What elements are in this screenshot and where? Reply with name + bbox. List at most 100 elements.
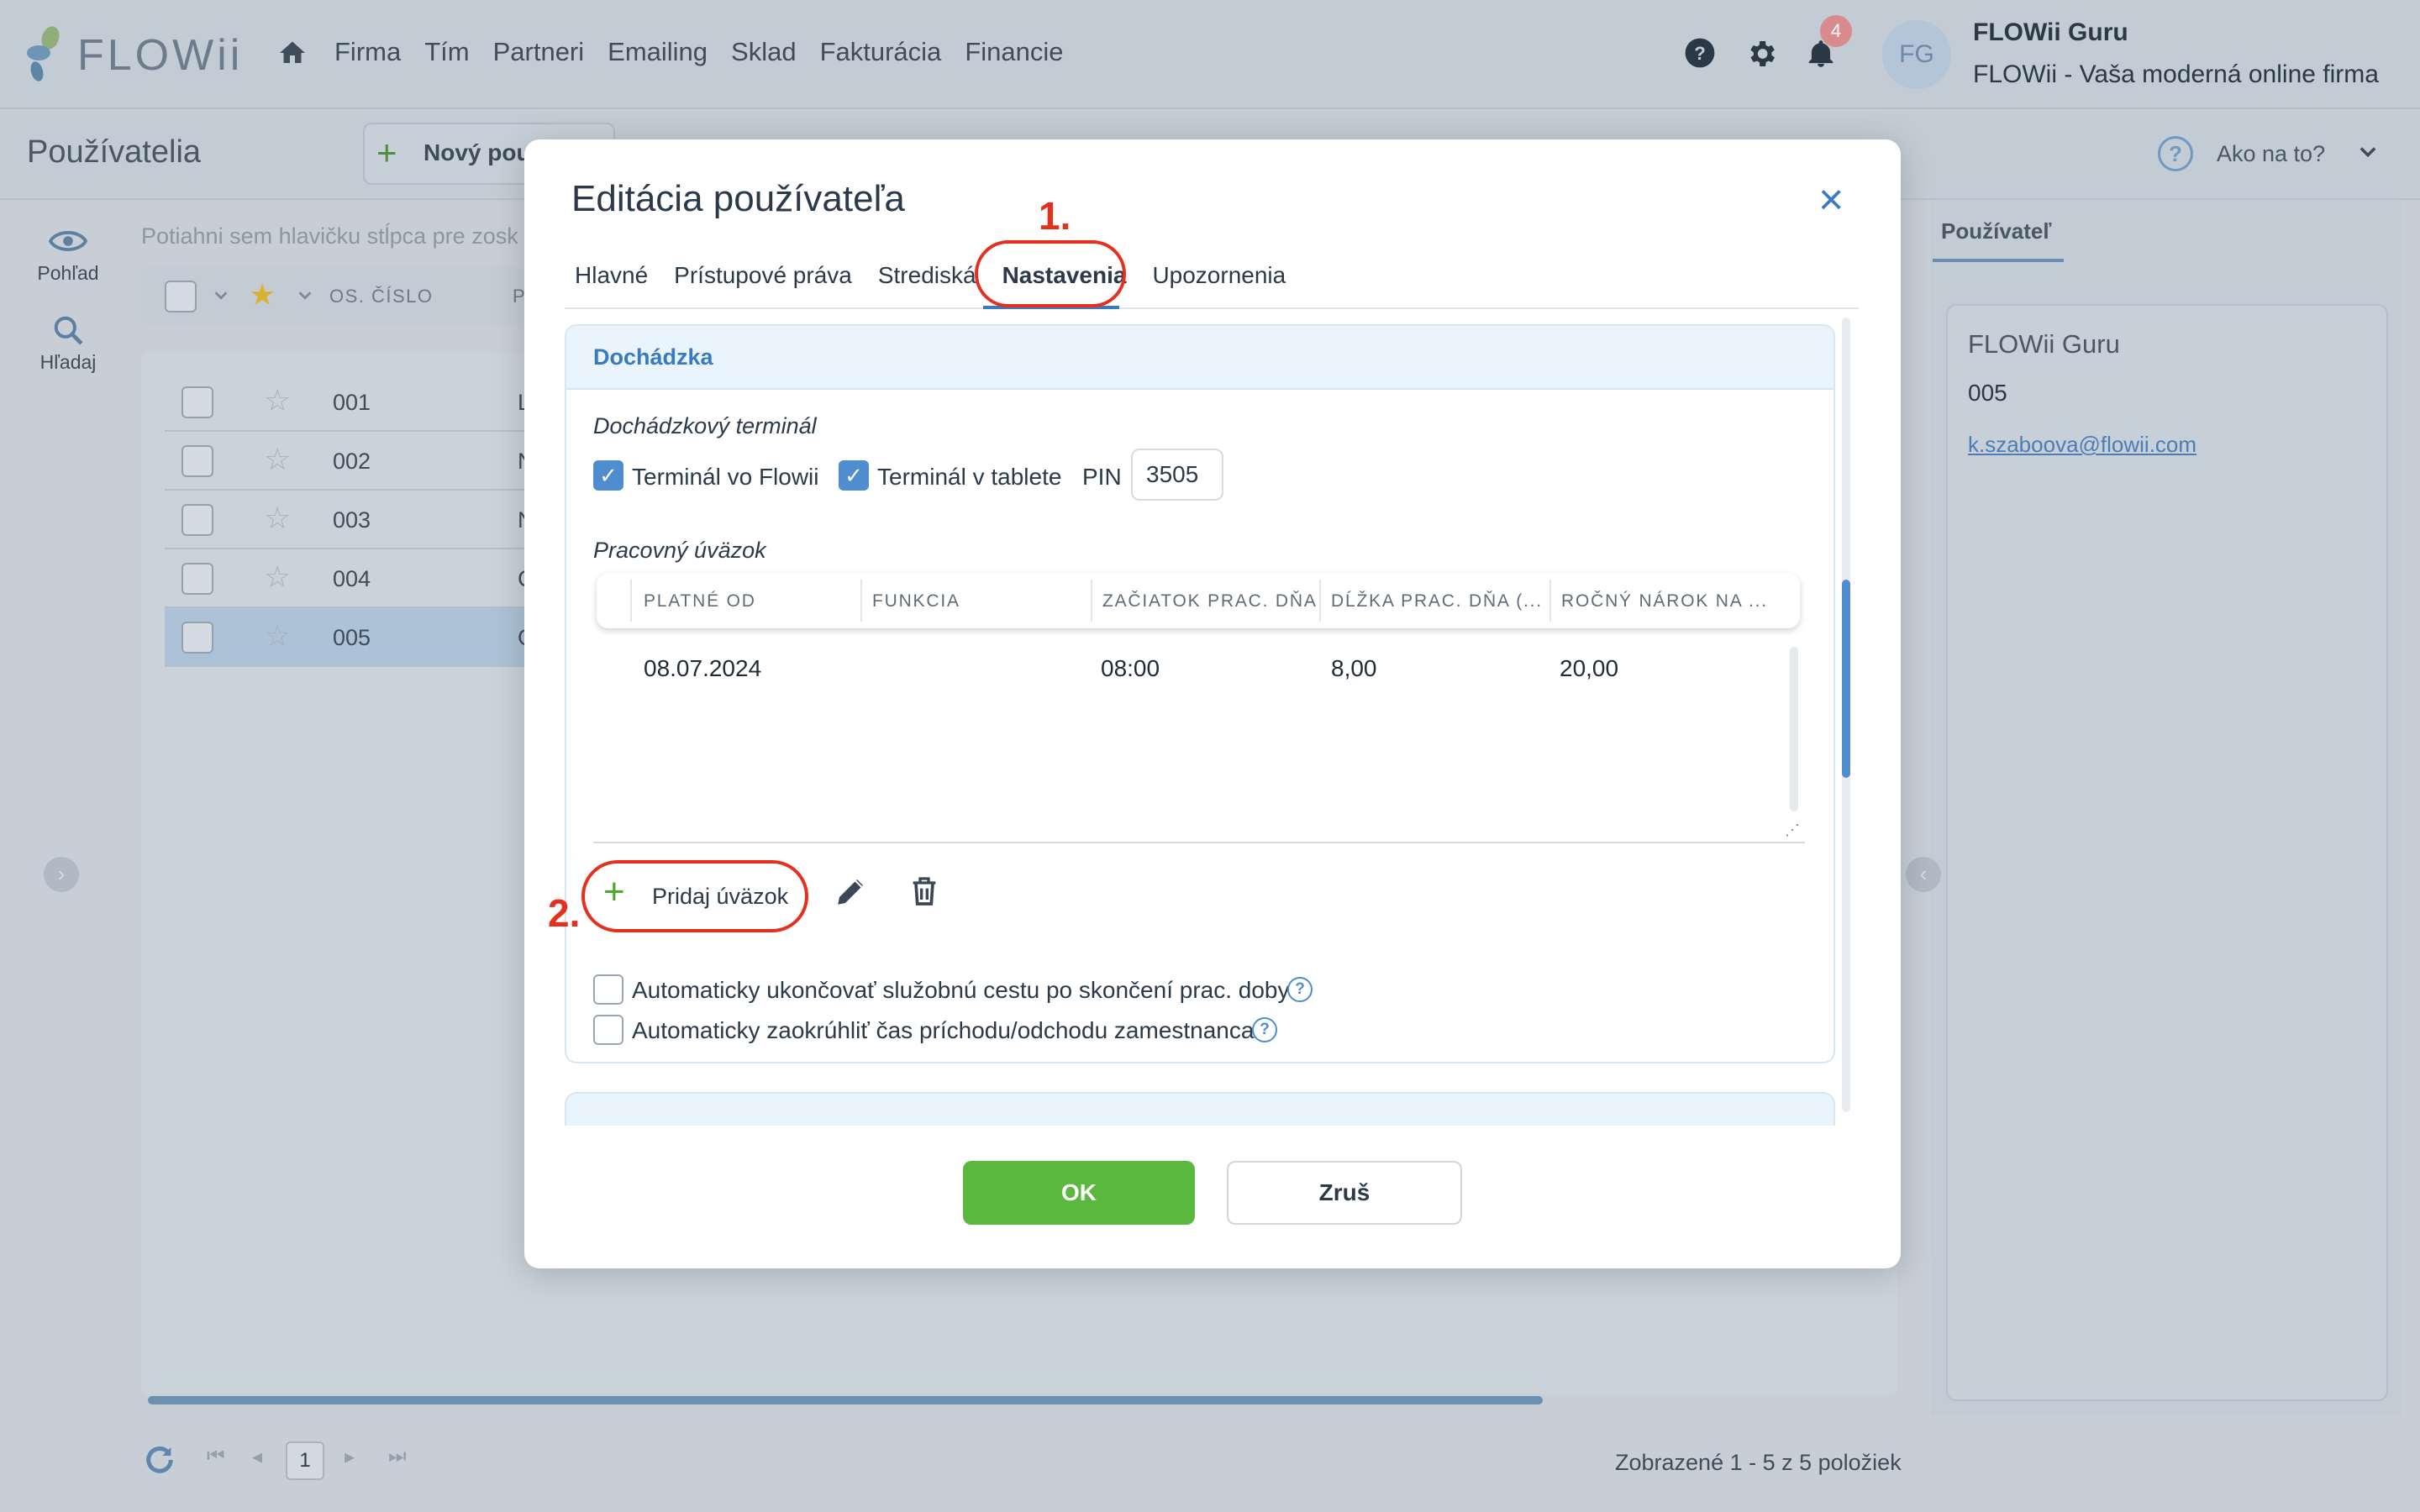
chevron-down-icon[interactable] — [2356, 139, 2380, 167]
chevron-down-icon[interactable] — [212, 286, 230, 308]
how-to-link[interactable]: Ako na to? — [2217, 141, 2325, 167]
column-header-number[interactable]: OS. ČÍSLO — [329, 286, 434, 307]
prev-page-icon[interactable]: ◂ — [252, 1445, 262, 1469]
favorite-filter-icon[interactable]: ★ — [249, 277, 276, 312]
cell-start[interactable]: 08:00 — [1101, 655, 1160, 682]
tab-user[interactable]: Používateľ — [1941, 218, 2051, 244]
auto-end-trip-checkbox[interactable] — [593, 974, 623, 1005]
table-row[interactable]: ☆ 004 C — [165, 549, 534, 608]
first-page-icon[interactable]: ⏮ — [207, 1445, 225, 1468]
dialog-scrollbar-thumb[interactable] — [1842, 580, 1850, 778]
gear-icon[interactable] — [1744, 37, 1778, 75]
table-row[interactable]: ☆ 001 L — [165, 373, 534, 432]
pin-label: PIN — [1082, 464, 1122, 490]
cell-annual[interactable]: 20,00 — [1560, 655, 1618, 682]
table-row-selected[interactable]: ☆ 005 G — [165, 608, 535, 667]
how-to-help-icon[interactable]: ? — [2158, 136, 2193, 171]
user-card-email[interactable]: k.szaboova@flowii.com — [1968, 432, 2196, 458]
table-row[interactable]: ☆ 003 N — [165, 491, 534, 549]
star-icon[interactable]: ☆ — [264, 442, 291, 477]
column-header-annual[interactable]: ROČNÝ NÁROK NA ... — [1561, 591, 1768, 612]
terminal-label: Dochádzkový terminál — [593, 413, 817, 438]
cell-length[interactable]: 8,00 — [1331, 655, 1377, 682]
pin-input[interactable]: 3505 — [1131, 449, 1223, 501]
help-icon[interactable]: ? — [1684, 37, 1716, 73]
pencil-icon[interactable] — [834, 874, 869, 913]
table-row[interactable]: ☆ 002 N — [165, 432, 534, 491]
nav-emailing[interactable]: Emailing — [608, 37, 708, 67]
column-header-function[interactable]: FUNKCIA — [872, 591, 960, 612]
tabs-divider — [565, 307, 1859, 309]
row-checkbox[interactable] — [182, 563, 213, 595]
tab-access-rights[interactable]: Prístupové práva — [674, 262, 852, 289]
svg-text:?: ? — [1694, 43, 1706, 64]
chevron-down-icon[interactable] — [296, 286, 314, 308]
rail-view-label[interactable]: Pohľad — [30, 262, 106, 285]
help-icon[interactable]: ? — [1287, 977, 1313, 1002]
flowii-logo[interactable]: FLOWii — [25, 24, 243, 87]
column-separator — [860, 580, 862, 622]
home-icon[interactable] — [277, 38, 308, 72]
tab-centers[interactable]: Strediská — [878, 262, 976, 289]
auto-end-trip-label: Automaticky ukončovať služobnú cestu po … — [632, 977, 1290, 1003]
auto-round-label: Automaticky zaokrúhliť čas príchodu/odch… — [632, 1017, 1255, 1043]
row-checkbox[interactable] — [182, 386, 213, 418]
nav-sklad[interactable]: Sklad — [731, 37, 797, 67]
row-checkbox[interactable] — [182, 504, 213, 536]
column-header-length[interactable]: DĹŽKA PRAC. DŇA (... — [1331, 591, 1543, 612]
dialog-tabs: Hlavné Prístupové práva Strediská Nastav… — [575, 262, 1312, 289]
help-icon[interactable]: ? — [1252, 1017, 1277, 1042]
nav-financie[interactable]: Financie — [965, 37, 1063, 67]
last-page-icon[interactable]: ⏭ — [388, 1445, 407, 1468]
horizontal-scrollbar[interactable] — [148, 1396, 1543, 1404]
row-checkbox[interactable] — [182, 622, 213, 654]
trash-icon[interactable] — [908, 874, 941, 913]
nav-fakturacia[interactable]: Fakturácia — [820, 37, 942, 67]
annotation-oval-add-workload — [581, 860, 808, 932]
select-all-checkbox[interactable] — [165, 281, 197, 312]
tab-notifications[interactable]: Upozornenia — [1152, 262, 1286, 289]
user-card — [1946, 304, 2388, 1401]
nav-firma[interactable]: Firma — [334, 37, 401, 67]
dialog-title: Editácia používateľa — [571, 178, 905, 219]
cancel-button[interactable]: Zruš — [1227, 1161, 1462, 1225]
terminal-flowii-checkbox[interactable]: ✓ — [593, 460, 623, 491]
star-icon[interactable]: ☆ — [264, 501, 291, 536]
terminal-tablet-checkbox[interactable]: ✓ — [839, 460, 869, 491]
star-icon[interactable]: ☆ — [264, 383, 291, 418]
next-section-header[interactable] — [565, 1092, 1835, 1126]
tab-main[interactable]: Hlavné — [575, 262, 648, 289]
auto-round-checkbox[interactable] — [593, 1015, 623, 1045]
ok-button[interactable]: OK — [963, 1161, 1195, 1225]
resize-grip-icon[interactable]: ⋰ — [1785, 822, 1800, 839]
row-checkbox[interactable] — [182, 445, 213, 477]
eye-icon[interactable] — [48, 227, 88, 260]
user-name: FLOWii Guru — [1973, 18, 2128, 46]
cell-valid-from[interactable]: 08.07.2024 — [644, 655, 761, 682]
tab-user-underline — [1933, 259, 2064, 262]
table-bottom-border — [593, 842, 1805, 843]
expand-left-icon[interactable]: › — [44, 857, 79, 892]
terminal-tablet-label: Terminál v tablete — [877, 464, 1062, 490]
avatar[interactable]: FG — [1882, 20, 1951, 89]
annotation-oval-settings-tab — [975, 240, 1126, 307]
current-page[interactable]: 1 — [286, 1441, 324, 1480]
next-page-icon[interactable]: ▸ — [345, 1445, 355, 1469]
close-icon[interactable]: × — [1818, 178, 1844, 222]
collapse-right-icon[interactable]: ‹ — [1906, 857, 1941, 892]
star-icon[interactable]: ☆ — [264, 618, 291, 654]
nav-partneri[interactable]: Partneri — [493, 37, 585, 67]
nav-tim[interactable]: Tím — [424, 37, 469, 67]
search-icon[interactable] — [52, 314, 84, 350]
row-number: 001 — [333, 390, 371, 415]
rail-search-label[interactable]: Hľadaj — [30, 351, 106, 374]
logo-text: FLOWii — [77, 31, 244, 80]
star-icon[interactable]: ☆ — [264, 559, 291, 595]
attendance-section-header[interactable] — [566, 326, 1833, 390]
notification-badge: 4 — [1820, 15, 1852, 47]
column-header-valid-from[interactable]: PLATNÉ OD — [644, 591, 756, 612]
table-scrollbar[interactable] — [1790, 647, 1798, 811]
new-user-button-label: Nový pou — [424, 139, 531, 165]
column-header-start[interactable]: ZAČIATOK PRAC. DŇA — [1102, 591, 1318, 612]
refresh-icon[interactable] — [143, 1443, 176, 1481]
